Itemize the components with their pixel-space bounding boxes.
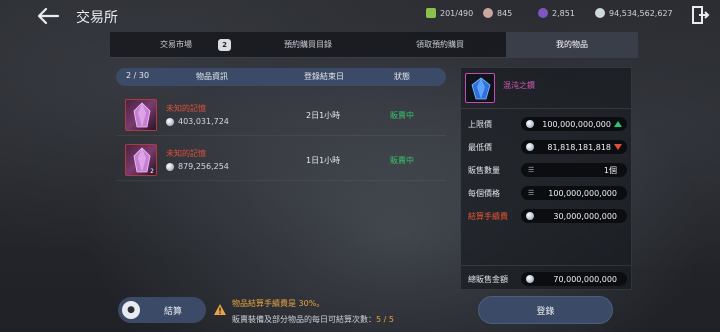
col-item-info: 物品資訊	[196, 72, 228, 81]
settle-limit-notice: 販賣裝備及部分物品的每日可結算次數：5 / 5	[232, 314, 394, 325]
selected-item-name: 混沌之鑽	[503, 81, 535, 90]
item-status: 販賣中	[390, 111, 414, 120]
list-header: 2 / 30 物品資訊 登錄結束日 狀態	[116, 68, 446, 86]
energy-icon	[426, 8, 436, 18]
item-name: 未知的記憶	[166, 149, 206, 158]
crystal-value: 2,851	[552, 8, 575, 18]
max-price-label: 上限價	[468, 120, 492, 129]
item-price: 879,256,254	[166, 162, 229, 171]
tab-collect-reserve[interactable]: 領取預約購買	[374, 32, 506, 57]
silver-coin-icon	[526, 120, 534, 128]
crystal-icon	[538, 8, 548, 18]
silver-coin-icon	[526, 275, 534, 283]
unit-price-label: 每個價格	[468, 189, 500, 198]
divider	[461, 108, 631, 109]
tab-bar: 交易市場 2 預約購買目錄 領取預約購買 我的物品	[110, 32, 638, 58]
item-price-value: 879,256,254	[178, 162, 229, 171]
fee-notice: 物品結算手續費是 30%。	[232, 299, 325, 308]
col-end-date: 登錄結束日	[304, 72, 344, 81]
tab-reserve-list-label: 預約購買目錄	[284, 40, 332, 49]
item-end-date: 2日1小時	[306, 111, 341, 120]
resource-crystal: 2,851	[538, 8, 575, 18]
gem-icon	[483, 8, 493, 18]
resource-silver: 94,534,562,627	[595, 8, 673, 18]
total-label: 總販售金額	[468, 275, 508, 284]
min-price-value: 81,818,181,818	[547, 142, 611, 152]
arrow-up-icon[interactable]	[614, 121, 622, 127]
exit-icon[interactable]	[690, 5, 710, 25]
resource-gem: 845	[483, 8, 512, 18]
quantity-label: 販售數量	[468, 166, 500, 175]
item-qty: 2	[150, 168, 154, 175]
total-value: 70,000,000,000	[553, 274, 617, 284]
page-indicator: 2 / 30	[126, 71, 150, 80]
settle-button-label: 結算	[164, 307, 183, 317]
col-status: 狀態	[394, 72, 410, 81]
tab-reserve-list[interactable]: 預約購買目錄	[242, 32, 374, 57]
min-price-field: 81,818,181,818	[521, 140, 627, 154]
memory-crystal-icon: 2	[125, 144, 157, 176]
quantity-field[interactable]: ☰ 1個	[521, 163, 627, 177]
stack-icon: ☰	[528, 189, 535, 197]
fee-label: 結算手續費	[468, 212, 508, 221]
unit-price-value: 100,000,000,000	[548, 188, 617, 198]
max-price-value: 100,000,000,000	[542, 119, 611, 129]
resource-energy: 201/490	[426, 8, 473, 18]
item-name: 未知的記憶	[166, 104, 206, 113]
silver-coin-icon	[166, 117, 174, 126]
settle-limit-text: 販賣裝備及部分物品的每日可結算次數：	[232, 315, 376, 324]
tab-my-items-label: 我的物品	[556, 40, 588, 49]
arrow-down-icon[interactable]	[614, 144, 622, 150]
quantity-value: 1個	[603, 165, 617, 175]
memory-crystal-icon	[125, 99, 157, 131]
register-button-label: 登錄	[536, 306, 555, 317]
list-item[interactable]: 2 未知的記憶 879,256,254 1日1小時 販賣中	[116, 141, 446, 181]
tab-collect-reserve-label: 領取預約購買	[416, 40, 464, 49]
back-arrow-icon[interactable]	[36, 6, 60, 26]
silver-coin-icon	[595, 8, 605, 18]
min-price-label: 最低價	[468, 143, 492, 152]
settle-count: 5 / 5	[376, 315, 394, 324]
max-price-field: 100,000,000,000	[521, 117, 627, 131]
silver-value: 94,534,562,627	[609, 8, 673, 18]
fee-value: 30,000,000,000	[553, 211, 617, 221]
page-title: 交易所	[76, 10, 118, 26]
total-field: 70,000,000,000	[521, 272, 627, 286]
item-price-value: 403,031,724	[178, 117, 229, 126]
item-status: 販賣中	[390, 156, 414, 165]
settle-button[interactable]: ● 結算	[118, 297, 206, 323]
tab-my-items[interactable]: 我的物品	[506, 32, 638, 57]
stack-icon: ☰	[528, 166, 535, 174]
chaos-diamond-icon	[465, 73, 495, 103]
silver-coin-icon	[526, 212, 534, 220]
divider	[461, 265, 631, 266]
tab-market[interactable]: 交易市場 2	[110, 32, 242, 57]
energy-value: 201/490	[440, 8, 474, 18]
tab-market-label: 交易市場	[160, 40, 192, 49]
tab-market-badge: 2	[218, 39, 231, 51]
silver-coin-icon	[166, 162, 174, 171]
silver-coin-icon	[526, 143, 534, 151]
fee-field: 30,000,000,000	[521, 209, 627, 223]
money-bag-icon: ●	[122, 301, 140, 319]
sell-detail-panel: 混沌之鑽 上限價 100,000,000,000 最低價 81,818,181,…	[460, 67, 632, 290]
warning-icon	[214, 304, 226, 315]
register-button[interactable]: 登錄	[478, 296, 613, 324]
unit-price-field[interactable]: ☰ 100,000,000,000	[521, 186, 627, 200]
item-end-date: 1日1小時	[306, 156, 341, 165]
list-item[interactable]: 未知的記憶 403,031,724 2日1小時 販賣中	[116, 96, 446, 136]
gem-value: 845	[497, 8, 513, 18]
item-price: 403,031,724	[166, 117, 229, 126]
